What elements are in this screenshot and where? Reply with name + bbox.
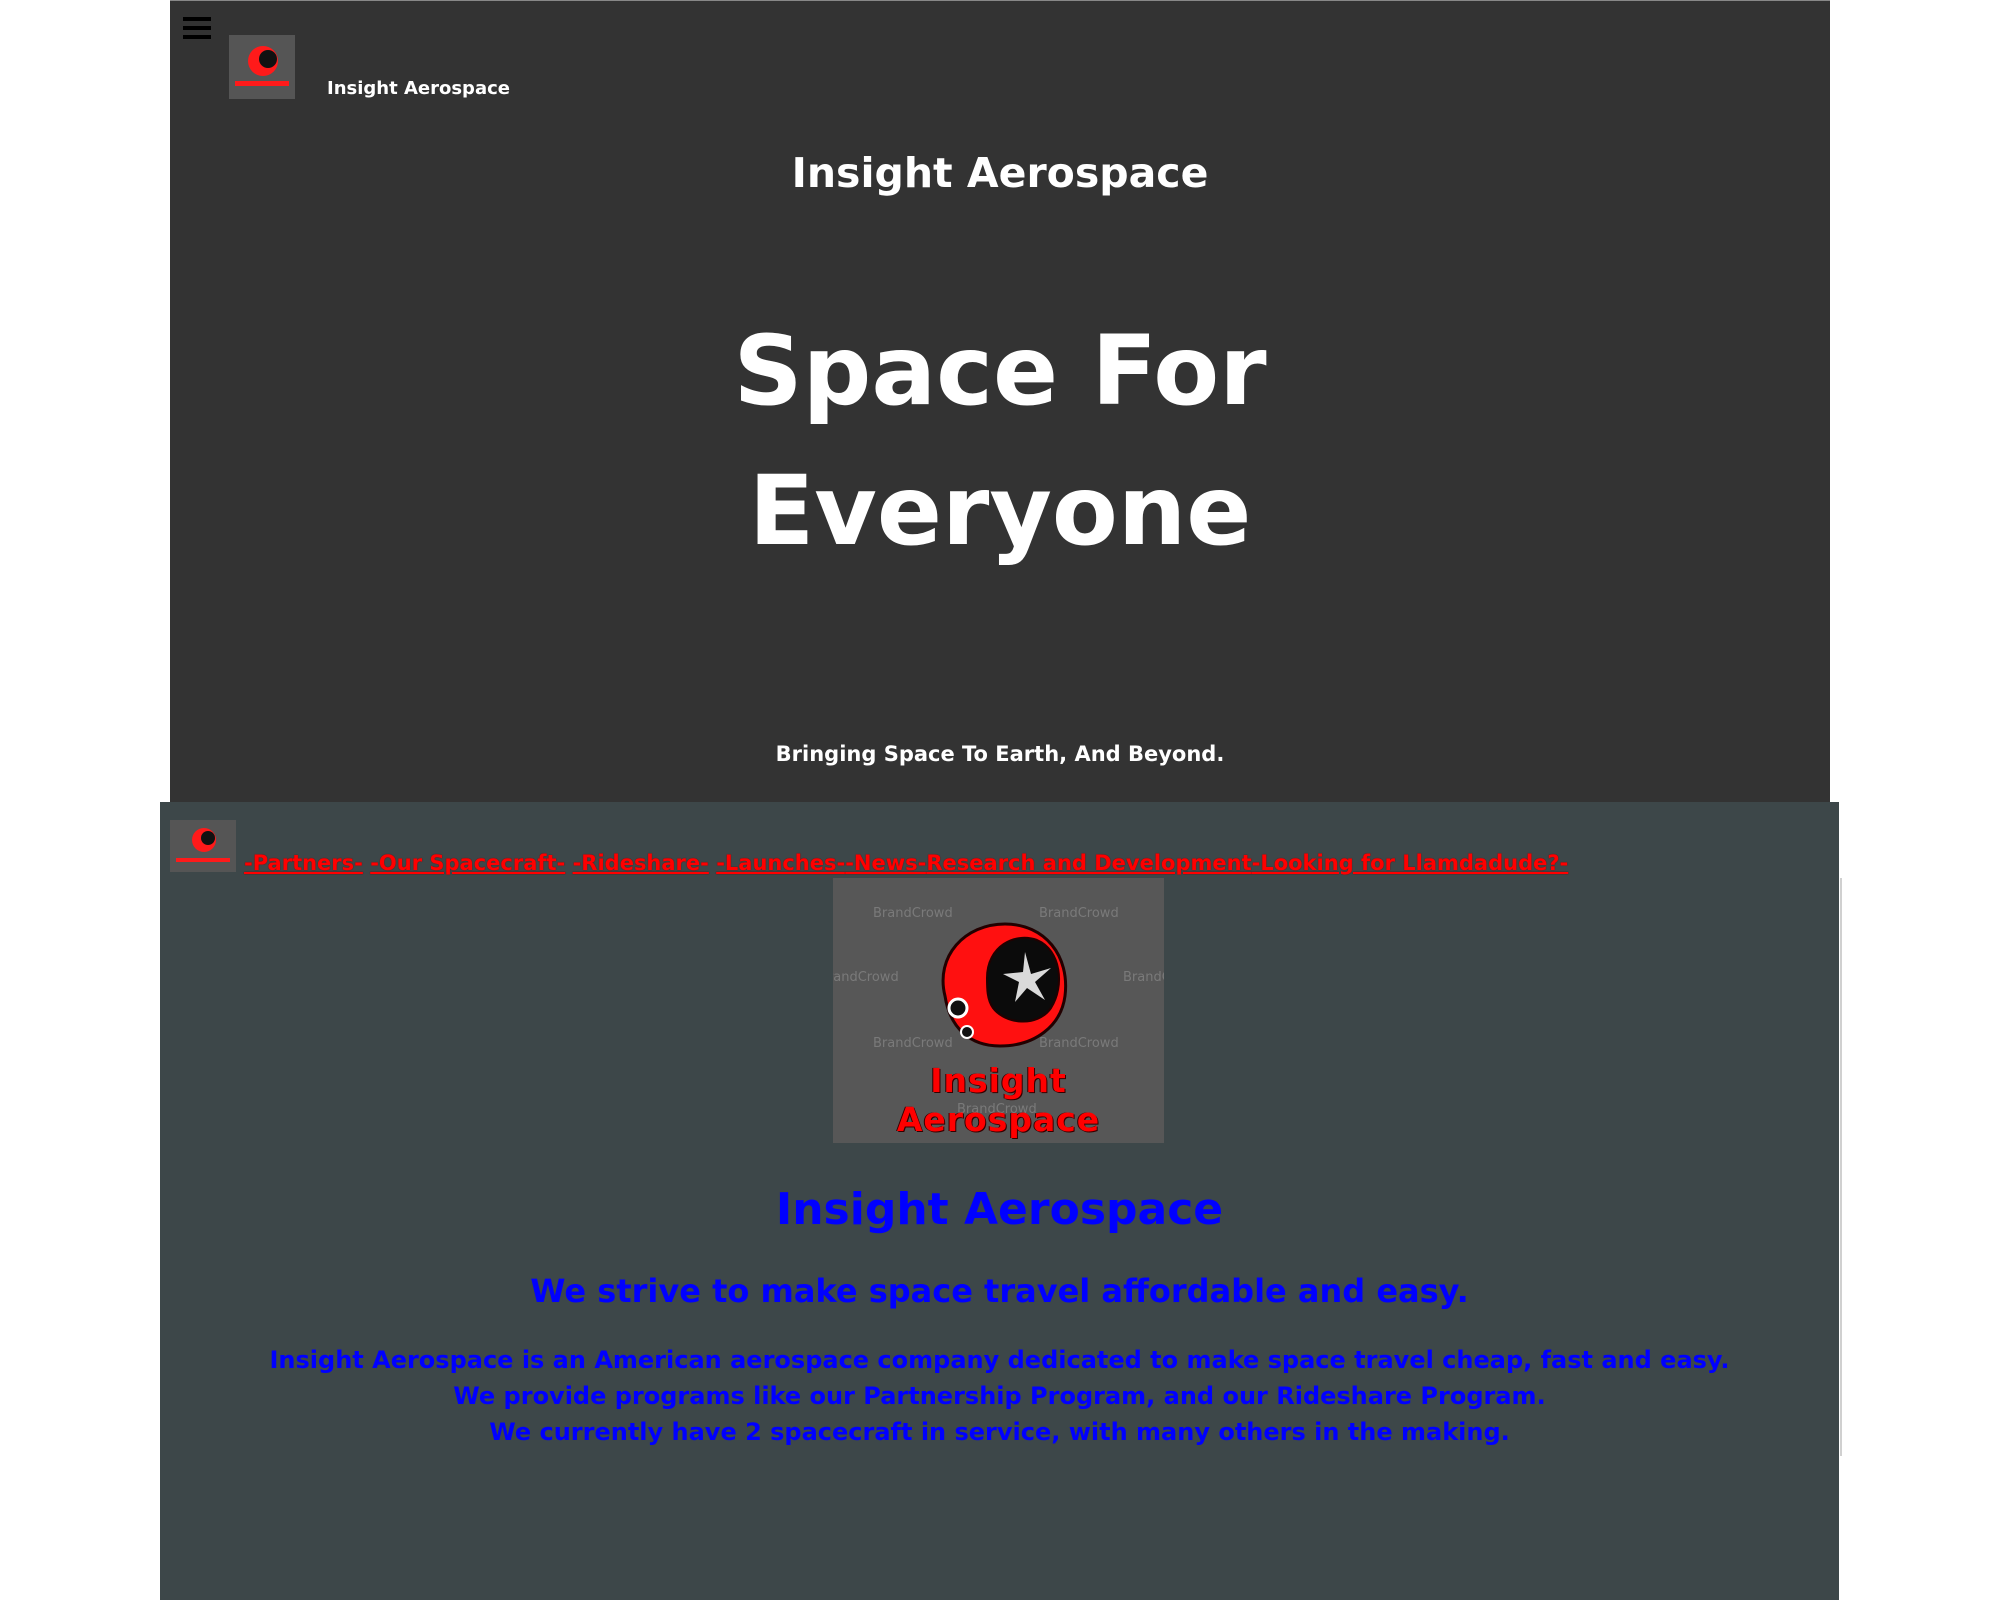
about-title: Insight Aerospace (775, 1184, 1224, 1235)
nav-link-rideshare[interactable]: -Rideshare- (573, 851, 709, 875)
about-line: We provide programs like our Partnership… (453, 1382, 1546, 1410)
about-subtitle: We strive to make space travel affordabl… (530, 1272, 1469, 1310)
about-line: We currently have 2 spacecraft in servic… (489, 1418, 1510, 1446)
hero-tagline: Bringing Space To Earth, And Beyond. (775, 742, 1225, 766)
nav-links: -Partners- -Our Spacecraft- -Rideshare- … (244, 851, 1568, 875)
nav-link-partners[interactable]: -Partners- (244, 851, 363, 875)
divider (1840, 878, 1842, 1456)
hero-section: Insight Aerospace Insight Aerospace Spac… (170, 0, 1830, 803)
company-logo-image: BrandCrowd BrandCrowd BrandCrowd BrandCr… (833, 878, 1164, 1143)
hamburger-menu-icon[interactable] (183, 17, 211, 41)
brand-logo[interactable] (229, 35, 295, 99)
nav-link-research[interactable]: Research and Development (926, 851, 1251, 875)
about-section: -Partners- -Our Spacecraft- -Rideshare- … (160, 802, 1839, 1600)
hero-title: Insight Aerospace (791, 149, 1209, 197)
helmet-icon (941, 922, 1068, 1048)
nav-logo[interactable] (170, 820, 236, 872)
logo-text: Insight Aerospace (896, 1061, 1101, 1139)
about-line: Insight Aerospace is an American aerospa… (269, 1346, 1730, 1374)
brand-name[interactable]: Insight Aerospace (327, 78, 510, 99)
headline-line-2: Everyone (748, 455, 1252, 567)
nav-link-news[interactable]: -News- (845, 851, 926, 875)
hero-headline: Space For Everyone (170, 301, 1830, 581)
watermark-text: BrandCrowd (833, 970, 899, 985)
headline-line-1: Space For (733, 315, 1267, 427)
nav-link-llamdadude[interactable]: -Looking for Llamdadude?- (1252, 851, 1569, 875)
nav-link-launches[interactable]: -Launches- (716, 851, 845, 875)
nav-link-our-spacecraft[interactable]: -Our Spacecraft- (370, 851, 565, 875)
about-paragraph: Insight Aerospace is an American aerospa… (160, 1342, 1839, 1450)
watermark-text: BrandCrowd (1123, 970, 1164, 985)
